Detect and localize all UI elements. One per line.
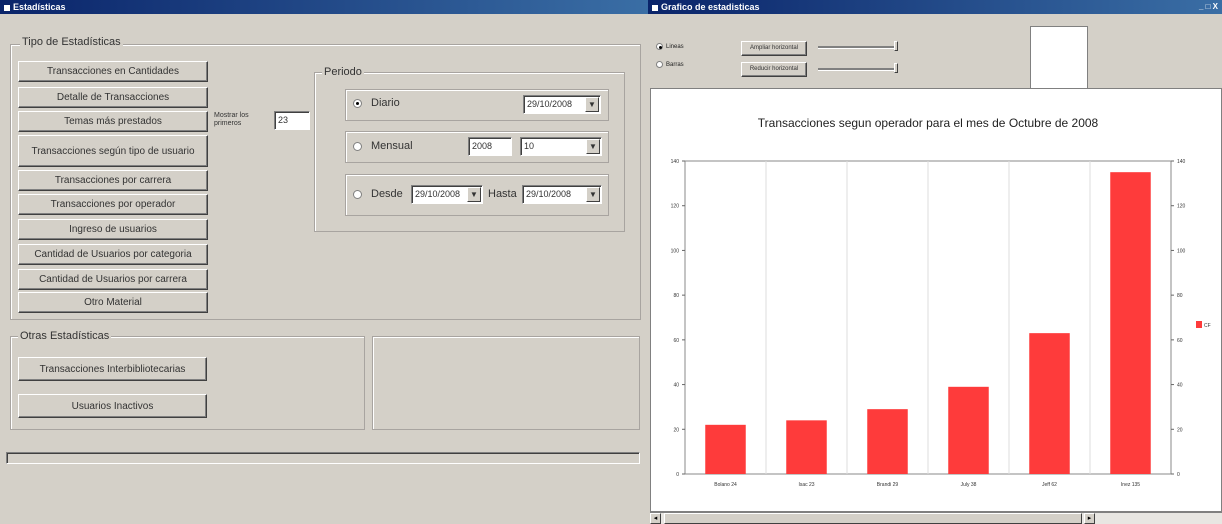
y-tick-label-left: 100 bbox=[671, 248, 680, 254]
y-tick-label-right: 140 bbox=[1177, 159, 1186, 165]
statistics-window: Estadísticas Tipo de Estadísticas Transa… bbox=[0, 0, 648, 524]
barras-label: Barras bbox=[666, 62, 684, 68]
zoom-slider-1-thumb[interactable] bbox=[894, 41, 898, 51]
mostrar-label: Mostrar los primeros bbox=[214, 112, 249, 127]
empty-panel bbox=[372, 336, 640, 430]
mensual-month-select[interactable]: 10 ▼ bbox=[520, 137, 602, 156]
x-tick-label: July 38 bbox=[961, 482, 977, 488]
window-controls[interactable]: _ □ X bbox=[1199, 0, 1218, 14]
chevron-down-icon[interactable]: ▼ bbox=[586, 187, 600, 202]
stat-button-7[interactable]: Ingreso de usuarios bbox=[18, 219, 208, 240]
chevron-down-icon[interactable]: ▼ bbox=[467, 187, 481, 202]
statistics-title-bar: Estadísticas bbox=[0, 0, 648, 14]
hasta-date-value: 29/10/2008 bbox=[526, 189, 572, 199]
desde-radio[interactable] bbox=[353, 190, 362, 199]
preview-box bbox=[1030, 26, 1088, 90]
periodo-label: Periodo bbox=[322, 66, 364, 78]
desde-date-value: 29/10/2008 bbox=[415, 189, 461, 199]
stat-button-8[interactable]: Cantidad de Usuarios por categoria bbox=[18, 244, 208, 265]
hasta-date-picker[interactable]: 29/10/2008 ▼ bbox=[522, 185, 602, 204]
y-tick-label-left: 20 bbox=[673, 427, 679, 433]
x-tick-label: Bolano 24 bbox=[714, 482, 737, 488]
reducir-horizontal-button[interactable]: Reducir horizontal bbox=[741, 62, 807, 77]
y-tick-label-left: 80 bbox=[673, 293, 679, 299]
x-tick-label: Inez 135 bbox=[1121, 482, 1140, 488]
mensual-radio[interactable] bbox=[353, 142, 362, 151]
progress-bar bbox=[6, 452, 640, 464]
diario-date-picker[interactable]: 29/10/2008 ▼ bbox=[523, 95, 601, 114]
zoom-slider-2[interactable] bbox=[818, 68, 896, 71]
window-icon bbox=[652, 4, 658, 11]
chart-title: Transacciones segun operador para el mes… bbox=[758, 116, 1099, 130]
mensual-year-input[interactable]: 2008 bbox=[468, 137, 512, 156]
diario-date-value: 29/10/2008 bbox=[527, 99, 573, 109]
bar bbox=[948, 386, 989, 474]
stat-button-3[interactable]: Temas más prestados bbox=[18, 111, 208, 132]
chart-title-bar: Grafico de estadisticas _ □ X bbox=[648, 0, 1222, 14]
y-tick-label-right: 40 bbox=[1177, 383, 1183, 389]
bar bbox=[1110, 172, 1151, 474]
y-tick-label-left: 40 bbox=[673, 383, 679, 389]
bar bbox=[1029, 333, 1070, 474]
y-tick-label-right: 100 bbox=[1177, 248, 1186, 254]
zoom-slider-1[interactable] bbox=[818, 46, 896, 49]
window-icon bbox=[4, 4, 10, 11]
x-tick-label: Jeff 62 bbox=[1042, 482, 1057, 488]
ampliar-horizontal-button[interactable]: Ampliar horizontal bbox=[741, 41, 807, 56]
usuarios-inactivos-button[interactable]: Usuarios Inactivos bbox=[18, 394, 207, 418]
hasta-label: Hasta bbox=[488, 188, 517, 200]
bar-chart: Transacciones segun operador para el mes… bbox=[671, 116, 1211, 488]
x-tick-label: Isac 23 bbox=[798, 482, 814, 488]
desde-label: Desde bbox=[371, 188, 403, 200]
legend-label: CF bbox=[1204, 323, 1211, 329]
barras-radio[interactable] bbox=[656, 61, 663, 68]
bar bbox=[705, 424, 746, 474]
stat-button-9[interactable]: Cantidad de Usuarios por carrera bbox=[18, 269, 208, 290]
y-tick-label-left: 60 bbox=[673, 338, 679, 344]
tipo-estadisticas-label: Tipo de Estadísticas bbox=[20, 36, 123, 48]
diario-label: Diario bbox=[371, 97, 400, 109]
y-tick-label-right: 80 bbox=[1177, 293, 1183, 299]
mensual-label: Mensual bbox=[371, 140, 413, 152]
chart-window: Grafico de estadisticas _ □ X Lineas Bar… bbox=[648, 0, 1222, 524]
bar bbox=[867, 409, 908, 474]
y-tick-label-left: 0 bbox=[676, 472, 679, 478]
horizontal-scrollbar[interactable]: ◂ ▸ bbox=[650, 512, 1222, 524]
y-tick-label-left: 140 bbox=[671, 159, 680, 165]
y-tick-label-left: 120 bbox=[671, 204, 680, 210]
lineas-label: Lineas bbox=[666, 44, 684, 50]
y-tick-label-right: 60 bbox=[1177, 338, 1183, 344]
x-tick-label: Brandi 29 bbox=[877, 482, 899, 488]
scroll-thumb[interactable] bbox=[664, 513, 1082, 524]
chevron-down-icon[interactable]: ▼ bbox=[586, 139, 600, 154]
scroll-left-icon[interactable]: ◂ bbox=[650, 513, 661, 524]
y-tick-label-right: 20 bbox=[1177, 427, 1183, 433]
mostrar-input[interactable]: 23 bbox=[274, 111, 310, 130]
otras-estadisticas-label: Otras Estadísticas bbox=[18, 330, 112, 342]
legend-swatch bbox=[1196, 321, 1202, 328]
stat-button-4[interactable]: Transacciones según tipo de usuario bbox=[18, 135, 208, 167]
y-tick-label-right: 120 bbox=[1177, 204, 1186, 210]
chevron-down-icon[interactable]: ▼ bbox=[585, 97, 599, 112]
chart-window-title: Grafico de estadisticas bbox=[661, 2, 760, 12]
stat-button-2[interactable]: Detalle de Transacciones bbox=[18, 87, 208, 108]
stat-button-6[interactable]: Transacciones por operador bbox=[18, 194, 208, 215]
zoom-slider-2-thumb[interactable] bbox=[894, 63, 898, 73]
chart-panel: Transacciones segun operador para el mes… bbox=[650, 88, 1222, 512]
bar bbox=[786, 420, 827, 474]
mensual-month-value: 10 bbox=[524, 141, 535, 151]
y-tick-label-right: 0 bbox=[1177, 472, 1180, 478]
lineas-radio[interactable] bbox=[656, 43, 663, 50]
scroll-right-icon[interactable]: ▸ bbox=[1084, 513, 1095, 524]
stat-button-1[interactable]: Transacciones en Cantidades bbox=[18, 61, 208, 82]
stat-button-10[interactable]: Otro Material bbox=[18, 292, 208, 313]
interbibliotecarias-button[interactable]: Transacciones Interbibliotecarias bbox=[18, 357, 207, 381]
desde-date-picker[interactable]: 29/10/2008 ▼ bbox=[411, 185, 483, 204]
statistics-title: Estadísticas bbox=[13, 2, 66, 12]
stat-button-5[interactable]: Transacciones por carrera bbox=[18, 170, 208, 191]
diario-radio[interactable] bbox=[353, 99, 362, 108]
